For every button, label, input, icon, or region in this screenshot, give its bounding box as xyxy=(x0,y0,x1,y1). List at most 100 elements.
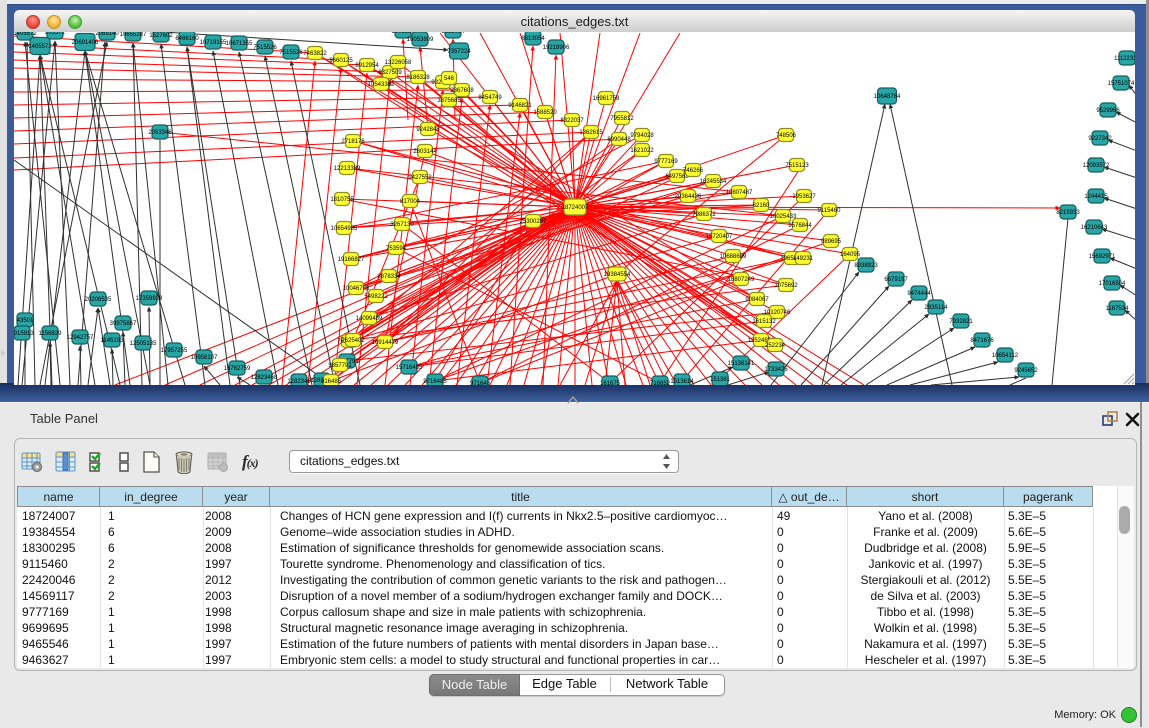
svg-text:9227342: 9227342 xyxy=(1088,136,1112,142)
svg-text:1953627: 1953627 xyxy=(792,194,816,200)
svg-text:7515526: 7515526 xyxy=(253,45,277,51)
svg-text:16245534: 16245534 xyxy=(700,179,727,185)
svg-text:748506: 748506 xyxy=(776,133,797,139)
svg-text:3267130: 3267130 xyxy=(390,222,414,228)
svg-text:9327509: 9327509 xyxy=(378,70,402,76)
svg-text:14099489: 14099489 xyxy=(356,316,383,322)
svg-text:15692971: 15692971 xyxy=(1089,254,1116,260)
svg-text:12093572: 12093572 xyxy=(1083,163,1110,169)
svg-text:16782759: 16782759 xyxy=(224,366,251,372)
svg-text:252234: 252234 xyxy=(765,343,786,349)
svg-text:746266: 746266 xyxy=(683,168,704,174)
svg-text:9716485: 9716485 xyxy=(423,379,447,385)
svg-text:9576844: 9576844 xyxy=(788,223,812,229)
svg-text:9660125: 9660125 xyxy=(329,58,353,64)
svg-text:971648: 971648 xyxy=(470,381,491,385)
svg-text:20206535: 20206535 xyxy=(85,297,112,303)
svg-text:20691406: 20691406 xyxy=(72,40,99,46)
svg-text:9427552: 9427552 xyxy=(408,175,432,181)
svg-text:17359928: 17359928 xyxy=(136,296,163,302)
svg-text:3915913: 3915913 xyxy=(14,331,34,337)
svg-text:1244415: 1244415 xyxy=(1084,194,1108,200)
svg-text:149231: 149231 xyxy=(793,256,814,262)
svg-text:9474444: 9474444 xyxy=(907,291,931,297)
svg-text:7955812: 7955812 xyxy=(610,116,634,122)
svg-text:2935114: 2935114 xyxy=(925,305,949,311)
svg-text:1405572: 1405572 xyxy=(28,44,52,50)
svg-text:1527602: 1527602 xyxy=(149,33,173,39)
svg-text:15751074: 15751074 xyxy=(1108,81,1135,87)
svg-text:8322037: 8322037 xyxy=(560,118,584,124)
svg-text:3875685: 3875685 xyxy=(437,98,461,104)
svg-text:7625402: 7625402 xyxy=(341,338,365,344)
svg-text:1167534: 1167534 xyxy=(1106,306,1130,312)
svg-text:753594: 753594 xyxy=(386,246,407,252)
svg-text:10543382: 10543382 xyxy=(368,82,395,88)
svg-text:716852: 716852 xyxy=(650,381,671,385)
svg-text:10671355: 10671355 xyxy=(226,41,253,47)
svg-text:164095: 164095 xyxy=(840,252,861,258)
svg-text:161675: 161675 xyxy=(600,381,621,385)
svg-text:7986372: 7986372 xyxy=(692,212,716,218)
svg-text:8813054: 8813054 xyxy=(441,32,465,35)
svg-text:6466160: 6466160 xyxy=(175,36,199,42)
svg-text:10655287: 10655287 xyxy=(120,32,147,38)
svg-text:2803144: 2803144 xyxy=(413,149,437,155)
svg-text:1145193: 1145193 xyxy=(101,338,125,344)
svg-text:1156829: 1156829 xyxy=(39,331,63,337)
svg-text:10648784: 10648784 xyxy=(874,94,901,100)
svg-text:15136141: 15136141 xyxy=(728,361,755,367)
svg-text:8813054: 8813054 xyxy=(521,36,545,42)
svg-text:16210643: 16210643 xyxy=(1081,225,1108,231)
svg-text:9529966: 9529966 xyxy=(1096,108,1120,114)
svg-text:7357224: 7357224 xyxy=(447,49,471,55)
svg-text:43501: 43501 xyxy=(17,318,34,324)
svg-text:7463822: 7463822 xyxy=(303,51,327,57)
svg-text:8454749: 8454749 xyxy=(478,95,502,101)
svg-text:9115460: 9115460 xyxy=(818,208,842,214)
svg-text:13226058: 13226058 xyxy=(385,60,412,66)
svg-text:18724007: 18724007 xyxy=(562,205,589,211)
svg-text:10654985: 10654985 xyxy=(331,226,358,232)
svg-text:11122334: 11122334 xyxy=(1114,56,1135,62)
svg-text:5498222: 5498222 xyxy=(364,294,388,300)
svg-text:8990448: 8990448 xyxy=(607,137,631,143)
svg-text:205572: 205572 xyxy=(45,32,66,36)
svg-text:12505135: 12505135 xyxy=(130,341,157,347)
svg-text:16053809: 16053809 xyxy=(407,37,434,43)
svg-text:10688609: 10688609 xyxy=(720,254,747,260)
svg-text:151361: 151361 xyxy=(710,377,731,383)
svg-text:39975867: 39975867 xyxy=(110,321,137,327)
svg-text:19384554: 19384554 xyxy=(604,272,631,278)
svg-text:15720407: 15720407 xyxy=(706,234,733,240)
svg-text:10719155: 10719155 xyxy=(200,40,227,46)
svg-text:1282346: 1282346 xyxy=(287,379,311,385)
svg-text:9146821: 9146821 xyxy=(508,103,532,109)
svg-text:6879197: 6879197 xyxy=(884,277,908,283)
svg-text:7932821: 7932821 xyxy=(949,319,973,325)
svg-text:10046788: 10046788 xyxy=(343,286,370,292)
svg-text:17016504: 17016504 xyxy=(1099,281,1126,287)
svg-text:2069140: 2069140 xyxy=(95,32,119,37)
svg-text:9777169: 9777169 xyxy=(654,159,678,165)
svg-text:8912954: 8912954 xyxy=(355,63,379,69)
svg-text:10807487: 10807487 xyxy=(726,190,753,196)
svg-text:7515526: 7515526 xyxy=(279,50,303,56)
svg-text:9084067: 9084067 xyxy=(745,297,769,303)
svg-text:989695: 989695 xyxy=(821,239,842,245)
svg-text:17957255: 17957255 xyxy=(161,348,188,354)
svg-text:1405572: 1405572 xyxy=(14,32,37,37)
svg-text:8938923: 8938923 xyxy=(854,263,878,269)
svg-text:9857791: 9857791 xyxy=(328,363,352,369)
svg-text:1733426: 1733426 xyxy=(764,367,788,373)
svg-text:1621022: 1621022 xyxy=(630,148,654,154)
svg-text:20364436: 20364436 xyxy=(675,194,702,200)
svg-text:546: 546 xyxy=(444,76,455,82)
svg-text:2053346: 2053346 xyxy=(148,130,172,136)
svg-text:1362615: 1362615 xyxy=(579,130,603,136)
svg-text:2718176: 2718176 xyxy=(341,139,365,145)
svg-text:62160: 62160 xyxy=(753,203,770,209)
svg-text:1810755: 1810755 xyxy=(330,197,354,203)
svg-text:16914479: 16914479 xyxy=(372,340,399,346)
svg-text:9794028: 9794028 xyxy=(630,133,654,139)
